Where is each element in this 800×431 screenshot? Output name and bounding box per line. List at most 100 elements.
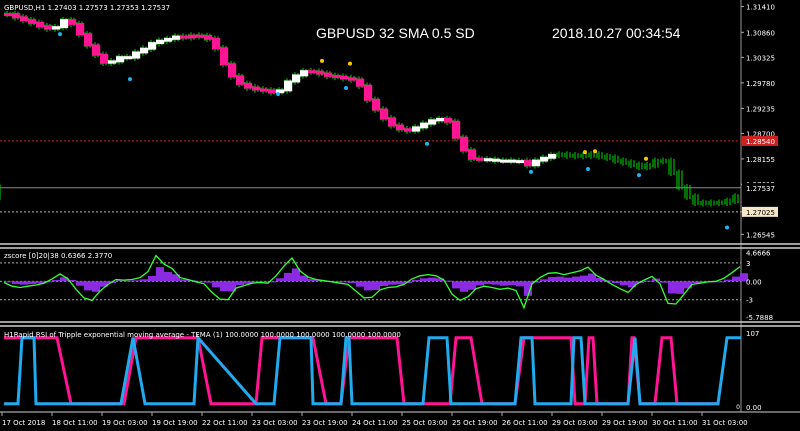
band-segment-white <box>284 80 293 92</box>
zscore-tick-label: 4.6666 <box>746 250 771 258</box>
band-segment-white <box>292 74 301 83</box>
signal-dot-cyan <box>128 77 132 82</box>
zscore-tick-label: -5.7888 <box>746 314 773 322</box>
zscore-histogram-bar <box>76 281 84 286</box>
band-segment-white <box>108 60 117 64</box>
band-segment-magenta <box>444 117 453 123</box>
zscore-histogram-bar <box>52 279 60 282</box>
zscore-histogram-bar <box>556 276 564 282</box>
price-tick-label: 1.29780 <box>746 80 775 88</box>
current-price-label: 1.27537 <box>746 185 775 193</box>
band-segment-magenta <box>364 84 373 101</box>
price-tick-label: 1.30860 <box>746 29 775 37</box>
zscore-tick-label: 3 <box>746 260 750 268</box>
zscore-histogram-bar <box>12 281 20 285</box>
signal-dot-cyan <box>529 169 533 174</box>
zscore-histogram-bar <box>204 281 212 283</box>
band-segment-white <box>172 35 181 40</box>
time-tick-label: 23 Oct 03:00 <box>252 419 298 427</box>
band-segment-magenta <box>324 72 333 77</box>
zscore-histogram-bar <box>468 281 476 290</box>
zscore-histogram-bar <box>348 281 356 284</box>
band-segment-magenta <box>44 25 53 30</box>
band-segment-white <box>60 19 69 29</box>
zscore-histogram-bar <box>140 279 148 282</box>
band-segment-magenta <box>244 82 253 89</box>
band-segment-white <box>428 119 437 125</box>
band-segment-magenta <box>76 22 85 36</box>
zscore-histogram-bar <box>612 281 620 284</box>
band-segment-white <box>548 154 557 159</box>
band-segment-white <box>540 156 549 162</box>
band-segment-magenta <box>84 33 93 47</box>
band-segment-white <box>148 42 157 50</box>
rsi-label: H1Rapid RSI of Tripple exponential movin… <box>4 331 401 339</box>
zscore-histogram-bar <box>372 281 380 291</box>
band-segment-magenta <box>228 63 237 78</box>
time-tick-label: 26 Oct 11:00 <box>502 419 548 427</box>
time-tick-label: 18 Oct 11:00 <box>52 419 98 427</box>
price-tick-label: 1.28155 <box>746 156 775 164</box>
zscore-histogram-bar <box>20 281 28 285</box>
band-segment-magenta <box>308 70 317 74</box>
band-segment-magenta <box>316 70 325 75</box>
band-segment-magenta <box>356 78 365 87</box>
zscore-histogram-bar <box>540 279 548 282</box>
band-segment-white <box>300 70 309 77</box>
band-segment-magenta <box>100 53 109 64</box>
band-segment-white <box>500 159 509 163</box>
zscore-histogram-bar <box>396 281 404 285</box>
time-tick-label: 29 Oct 19:00 <box>602 419 648 427</box>
band-segment-white <box>508 159 517 163</box>
zscore-histogram-bar <box>428 277 436 282</box>
signal-dot-yellow <box>644 156 648 161</box>
zscore-histogram-bar <box>164 271 172 282</box>
chart-stage[interactable]: 1.314101.308601.303251.297801.292351.287… <box>0 0 800 431</box>
zscore-histogram-bar <box>148 275 156 282</box>
zscore-histogram-bar <box>4 281 12 283</box>
band-segment-magenta <box>68 19 77 25</box>
band-segment-magenta <box>268 89 277 94</box>
signal-dot-cyan <box>637 173 641 178</box>
overlay-datetime: 2018.10.27 00:34:54 <box>552 25 681 41</box>
zscore-histogram-bar <box>460 281 468 292</box>
rsi-tick-label: 0.00 <box>746 404 762 412</box>
band-segment-magenta <box>404 128 413 132</box>
time-tick-label: 29 Oct 03:00 <box>552 419 598 427</box>
band-segment-white <box>484 158 493 162</box>
band-segment-magenta <box>28 19 37 24</box>
zscore-histogram-bar <box>292 268 300 282</box>
time-tick-label: 19 Oct 19:00 <box>152 419 198 427</box>
zscore-histogram-bar <box>364 281 372 291</box>
band-segment-white <box>156 39 165 45</box>
band-segment-magenta <box>204 35 213 40</box>
zscore-histogram-bar <box>220 281 228 292</box>
zscore-histogram-bar <box>572 276 580 282</box>
zscore-histogram-bar <box>484 281 492 285</box>
band-segment-white <box>532 159 541 167</box>
zscore-histogram-bar <box>156 267 164 282</box>
time-tick-label: 19 Oct 03:00 <box>102 419 148 427</box>
overlay-title: GBPUSD 32 SMA 0.5 SD <box>316 25 475 41</box>
zscore-histogram-bar <box>356 281 364 287</box>
zscore-histogram-bar <box>660 281 668 283</box>
band-segment-magenta <box>236 75 245 85</box>
signal-dot-yellow <box>320 58 324 63</box>
band-segment-magenta <box>92 44 101 56</box>
price-tick-label: 1.26545 <box>746 231 775 239</box>
band-segment-magenta <box>212 37 221 50</box>
zscore-histogram-bar <box>284 272 292 282</box>
band-segment-magenta <box>460 136 469 152</box>
zscore-histogram-bar <box>92 281 100 292</box>
zscore-histogram-bar <box>724 279 732 282</box>
zscore-histogram-bar <box>580 275 588 282</box>
band-segment-white <box>516 160 525 164</box>
zscore-histogram-bar <box>492 281 500 285</box>
price-tick-label: 1.29235 <box>746 105 775 113</box>
band-segment-magenta <box>452 120 461 139</box>
zscore-histogram-bar <box>516 281 524 287</box>
price-tick-label: 1.30325 <box>746 54 775 62</box>
zscore-histogram-bar <box>28 281 36 285</box>
band-segment-white <box>164 37 173 42</box>
zscore-histogram-bar <box>476 281 484 286</box>
